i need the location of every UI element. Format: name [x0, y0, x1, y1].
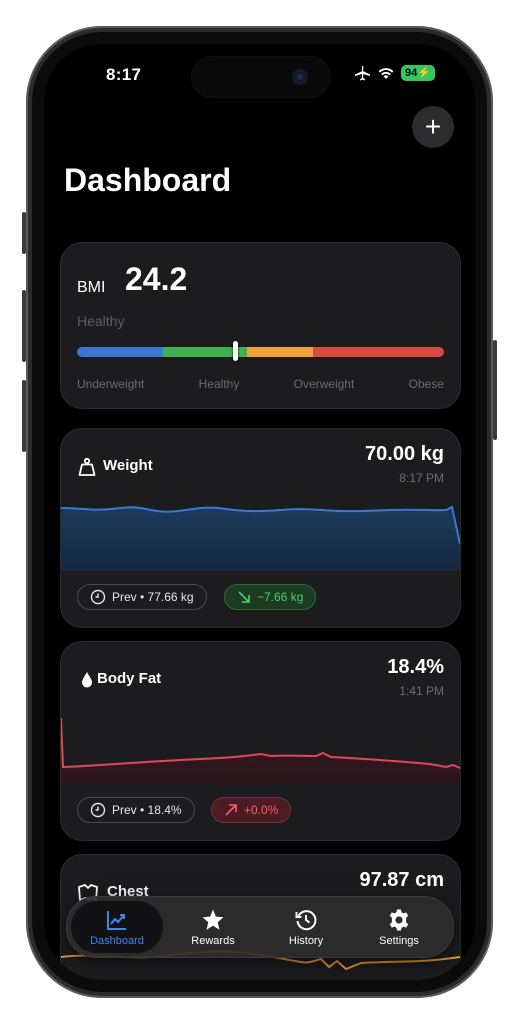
bmi-scale-bar: [77, 347, 444, 357]
bmi-categories: Underweight Healthy Overweight Obese: [77, 377, 444, 391]
tab-rewards[interactable]: Rewards: [167, 901, 259, 953]
weight-prev-pill: Prev • 77.66 kg: [77, 584, 207, 610]
weight-sparkline: [61, 505, 460, 571]
tab-settings[interactable]: Settings: [353, 901, 445, 953]
clock-icon: [90, 802, 106, 818]
body-fat-delta-pill: +0.0%: [211, 797, 292, 823]
bmi-card[interactable]: BMI 24.2 Healthy Underweight Healthy Ove…: [60, 242, 461, 409]
camera-icon: [292, 69, 308, 85]
weight-card[interactable]: Weight 70.00 kg 8:17 PM Prev • 77.66 kg: [60, 428, 461, 628]
tab-dashboard[interactable]: Dashboard: [71, 901, 163, 953]
page-title: Dashboard: [64, 162, 232, 198]
scale-weight-icon: [78, 457, 96, 476]
bmi-category-obese: Obese: [408, 377, 444, 391]
tab-settings-label: Settings: [379, 934, 419, 947]
body-fat-card[interactable]: Body Fat 18.4% 1:41 PM Prev • 18.4% +0.0…: [60, 641, 461, 841]
chest-value: 97.87 cm: [359, 869, 444, 891]
battery-level: 94: [405, 67, 418, 79]
volume-up-button: [22, 290, 26, 362]
arrow-down-right-icon: [238, 591, 250, 603]
status-icons: 94⚡: [353, 65, 435, 81]
bmi-marker: [232, 341, 238, 361]
bmi-label: BMI: [77, 279, 106, 296]
weight-delta-pill: −7.66 kg: [224, 584, 317, 610]
add-entry-button[interactable]: +: [412, 106, 454, 148]
bmi-segment-obese: [313, 347, 444, 357]
body-fat-prev-pill: Prev • 18.4%: [77, 797, 195, 823]
body-fat-title: Body Fat: [97, 670, 162, 687]
star-icon: [202, 909, 224, 930]
wifi-icon: [378, 68, 394, 79]
bmi-segment-overweight: [247, 347, 313, 357]
drop-icon: [82, 672, 92, 688]
weight-title: Weight: [103, 457, 153, 474]
status-time: 8:17: [106, 65, 142, 84]
bmi-category-healthy: Healthy: [198, 377, 240, 391]
arrow-up-right-icon: [225, 804, 237, 816]
tab-dashboard-label: Dashboard: [90, 934, 144, 947]
body-fat-time: 1:41 PM: [399, 684, 444, 698]
tab-bar: Dashboard Rewards History Settings: [66, 896, 454, 958]
bmi-segment-underweight: [77, 347, 163, 357]
volume-down-button: [22, 380, 26, 452]
gear-icon: [389, 909, 409, 930]
action-button: [22, 212, 26, 254]
airplane-icon: [355, 66, 371, 81]
tab-history[interactable]: History: [260, 901, 352, 953]
clock-icon: [90, 589, 106, 605]
battery-indicator: 94⚡: [401, 65, 435, 81]
weight-prev-label: Prev • 77.66 kg: [112, 590, 194, 604]
weight-delta-label: −7.66 kg: [257, 590, 304, 604]
history-clock-icon: [295, 909, 317, 930]
weight-time: 8:17 PM: [399, 471, 444, 485]
body-fat-value: 18.4%: [387, 656, 444, 678]
status-bar: 8:17 94⚡: [44, 44, 475, 104]
body-fat-prev-label: Prev • 18.4%: [112, 803, 182, 817]
tab-rewards-label: Rewards: [191, 934, 235, 947]
power-button: [493, 340, 497, 440]
bmi-status: Healthy: [77, 313, 125, 329]
tab-history-label: History: [288, 934, 324, 947]
bmi-category-underweight: Underweight: [77, 377, 145, 391]
body-fat-delta-label: +0.0%: [244, 803, 279, 817]
dynamic-island: [192, 57, 330, 97]
bmi-category-overweight: Overweight: [293, 377, 355, 391]
bmi-value: 24.2: [125, 261, 188, 297]
chart-line-icon: [107, 910, 126, 930]
weight-value: 70.00 kg: [365, 443, 444, 465]
screen: 8:17 94⚡ + Dashboard BMI 24.2 Healthy Un…: [44, 44, 475, 980]
body-fat-sparkline: [61, 717, 460, 784]
